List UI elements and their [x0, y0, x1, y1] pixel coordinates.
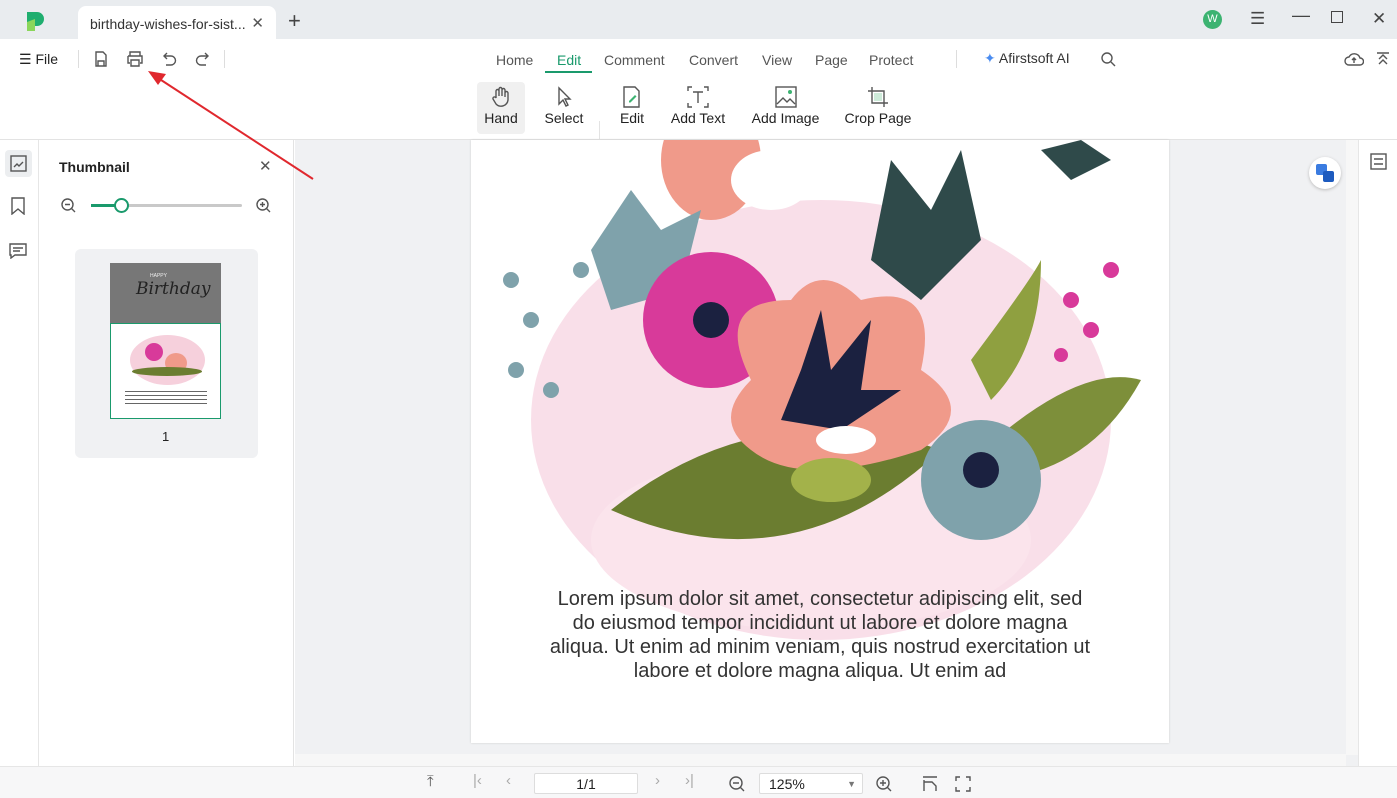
thumbnail-page-number: 1	[162, 429, 170, 444]
menu-comment[interactable]: Comment	[604, 52, 665, 68]
text-line: aliqua. Ut enim ad minim veniam, quis no…	[549, 636, 1091, 658]
add-text-label: Add Text	[670, 110, 726, 126]
file-menu-button[interactable]: ☰ File	[19, 51, 58, 68]
sparkle-icon: ✦	[984, 50, 999, 66]
translate-icon	[1316, 164, 1334, 182]
chevron-down-icon: ▼	[847, 779, 856, 789]
redo-icon[interactable]	[195, 51, 211, 67]
text-line: Lorem ipsum dolor sit amet, consectetur …	[557, 588, 1083, 610]
menu-protect[interactable]: Protect	[869, 52, 913, 68]
ai-label: Afirstsoft AI	[998, 50, 1070, 66]
zoom-in-thumbnail-icon[interactable]	[256, 198, 271, 213]
next-page-icon[interactable]: ›	[655, 772, 660, 789]
edit-tool-button[interactable]: Edit	[612, 82, 652, 134]
print-icon[interactable]	[126, 51, 144, 67]
add-text-button[interactable]: Add Text	[668, 82, 728, 134]
status-bar: ⤒ |‹ ‹ 1/1 › ›| 125% ▼	[0, 766, 1397, 798]
divider	[224, 50, 225, 68]
edit-document-icon	[623, 86, 640, 108]
close-tab-icon[interactable]: ✕	[251, 14, 264, 32]
page-body-text: Lorem ipsum dolor sit amet, consectetur …	[540, 587, 1100, 683]
close-window-button[interactable]: ✕	[1372, 9, 1386, 29]
zoom-value: 125%	[769, 776, 805, 792]
menu-page[interactable]: Page	[815, 52, 848, 68]
vertical-scrollbar[interactable]	[1346, 140, 1358, 755]
file-label: File	[35, 51, 59, 67]
save-icon[interactable]	[93, 51, 109, 67]
undo-icon[interactable]	[161, 51, 177, 67]
avatar[interactable]: W	[1203, 10, 1222, 29]
slider-handle[interactable]	[114, 198, 130, 213]
zoom-out-thumbnail-icon[interactable]	[61, 198, 76, 213]
zoom-in-icon[interactable]	[876, 776, 892, 792]
document-tab-label: birthday-wishes-for-sist...	[90, 16, 246, 32]
ai-button[interactable]: ✦ Afirstsoft AI	[984, 50, 1070, 67]
select-label: Select	[544, 110, 584, 126]
maximize-button[interactable]	[1331, 11, 1343, 23]
add-text-icon	[687, 86, 709, 108]
document-tab[interactable]: birthday-wishes-for-sist... ✕	[78, 6, 276, 39]
add-image-button[interactable]: Add Image	[748, 82, 823, 134]
hamburger-icon: ☰	[19, 51, 36, 67]
page-thumbnail[interactable]: HAPPY Birthday	[110, 263, 221, 419]
text-line: do eiusmod tempor incididunt ut labore e…	[572, 612, 1068, 634]
crop-page-label: Crop Page	[844, 110, 912, 126]
previous-page-icon[interactable]: ‹	[506, 772, 511, 789]
divider	[78, 50, 79, 68]
collapse-toolbar-icon[interactable]	[1376, 52, 1390, 66]
go-to-top-icon[interactable]: ⤒	[427, 773, 434, 790]
fit-page-icon[interactable]	[922, 776, 938, 792]
menu-view[interactable]: View	[762, 52, 792, 68]
bookmark-icon[interactable]	[10, 197, 26, 215]
right-sidebar	[1358, 140, 1397, 766]
close-panel-icon[interactable]: ✕	[259, 157, 272, 175]
horizontal-scrollbar[interactable]	[295, 754, 1346, 766]
last-page-icon[interactable]: ›|	[685, 772, 694, 789]
active-menu-underline	[545, 71, 592, 73]
first-page-icon[interactable]: |‹	[473, 772, 482, 789]
cursor-icon	[558, 86, 572, 107]
select-tool-button[interactable]: Select	[540, 82, 588, 134]
menu-convert[interactable]: Convert	[689, 52, 738, 68]
thumbnail-panel-title: Thumbnail	[59, 159, 130, 175]
properties-panel-icon[interactable]	[1370, 153, 1387, 170]
zoom-level-select[interactable]: 125% ▼	[759, 773, 863, 794]
app-logo-icon	[27, 12, 44, 31]
new-tab-button[interactable]: +	[288, 8, 301, 34]
thumbnail-viewport-frame	[110, 323, 221, 419]
menu-edit[interactable]: Edit	[557, 52, 581, 68]
menu-icon[interactable]: ☰	[1250, 9, 1265, 29]
text-line: labore et dolore magna aliqua. Ut enim a…	[633, 660, 1007, 682]
zoom-out-icon[interactable]	[729, 776, 745, 792]
comment-icon[interactable]	[9, 243, 27, 259]
thumbnail-panel-button[interactable]	[5, 150, 32, 177]
hand-label: Hand	[484, 110, 518, 126]
fullscreen-icon[interactable]	[955, 776, 971, 792]
thumbnail-birthday-text: Birthday	[136, 279, 211, 299]
translate-button[interactable]	[1309, 157, 1341, 189]
thumbnail-panel: Thumbnail ✕ HAPPY Birthday 1	[39, 140, 294, 766]
page-number-input[interactable]: 1/1	[534, 773, 638, 794]
left-sidebar	[0, 140, 39, 766]
thumbnail-zoom-slider[interactable]	[91, 198, 242, 213]
divider	[956, 50, 957, 68]
add-image-label: Add Image	[751, 110, 820, 126]
cloud-upload-icon[interactable]	[1344, 51, 1364, 67]
menu-home[interactable]: Home	[496, 52, 533, 68]
hand-tool-button[interactable]: Hand	[477, 82, 525, 134]
toolbar: ☰ File Home Edit Comment Convert View Pa…	[0, 39, 1397, 171]
add-image-icon	[774, 86, 797, 108]
crop-page-button[interactable]: Crop Page	[842, 82, 914, 134]
tab-bar: birthday-wishes-for-sist... ✕ + W ☰ — ✕	[0, 0, 1397, 39]
thumbnail-icon	[10, 155, 27, 172]
hand-icon	[492, 86, 509, 107]
minimize-button[interactable]: —	[1292, 5, 1310, 26]
crop-icon	[868, 87, 888, 107]
search-icon[interactable]	[1101, 52, 1116, 67]
edit-label: Edit	[619, 110, 645, 126]
page-thumbnail-card[interactable]: HAPPY Birthday 1	[75, 249, 258, 458]
